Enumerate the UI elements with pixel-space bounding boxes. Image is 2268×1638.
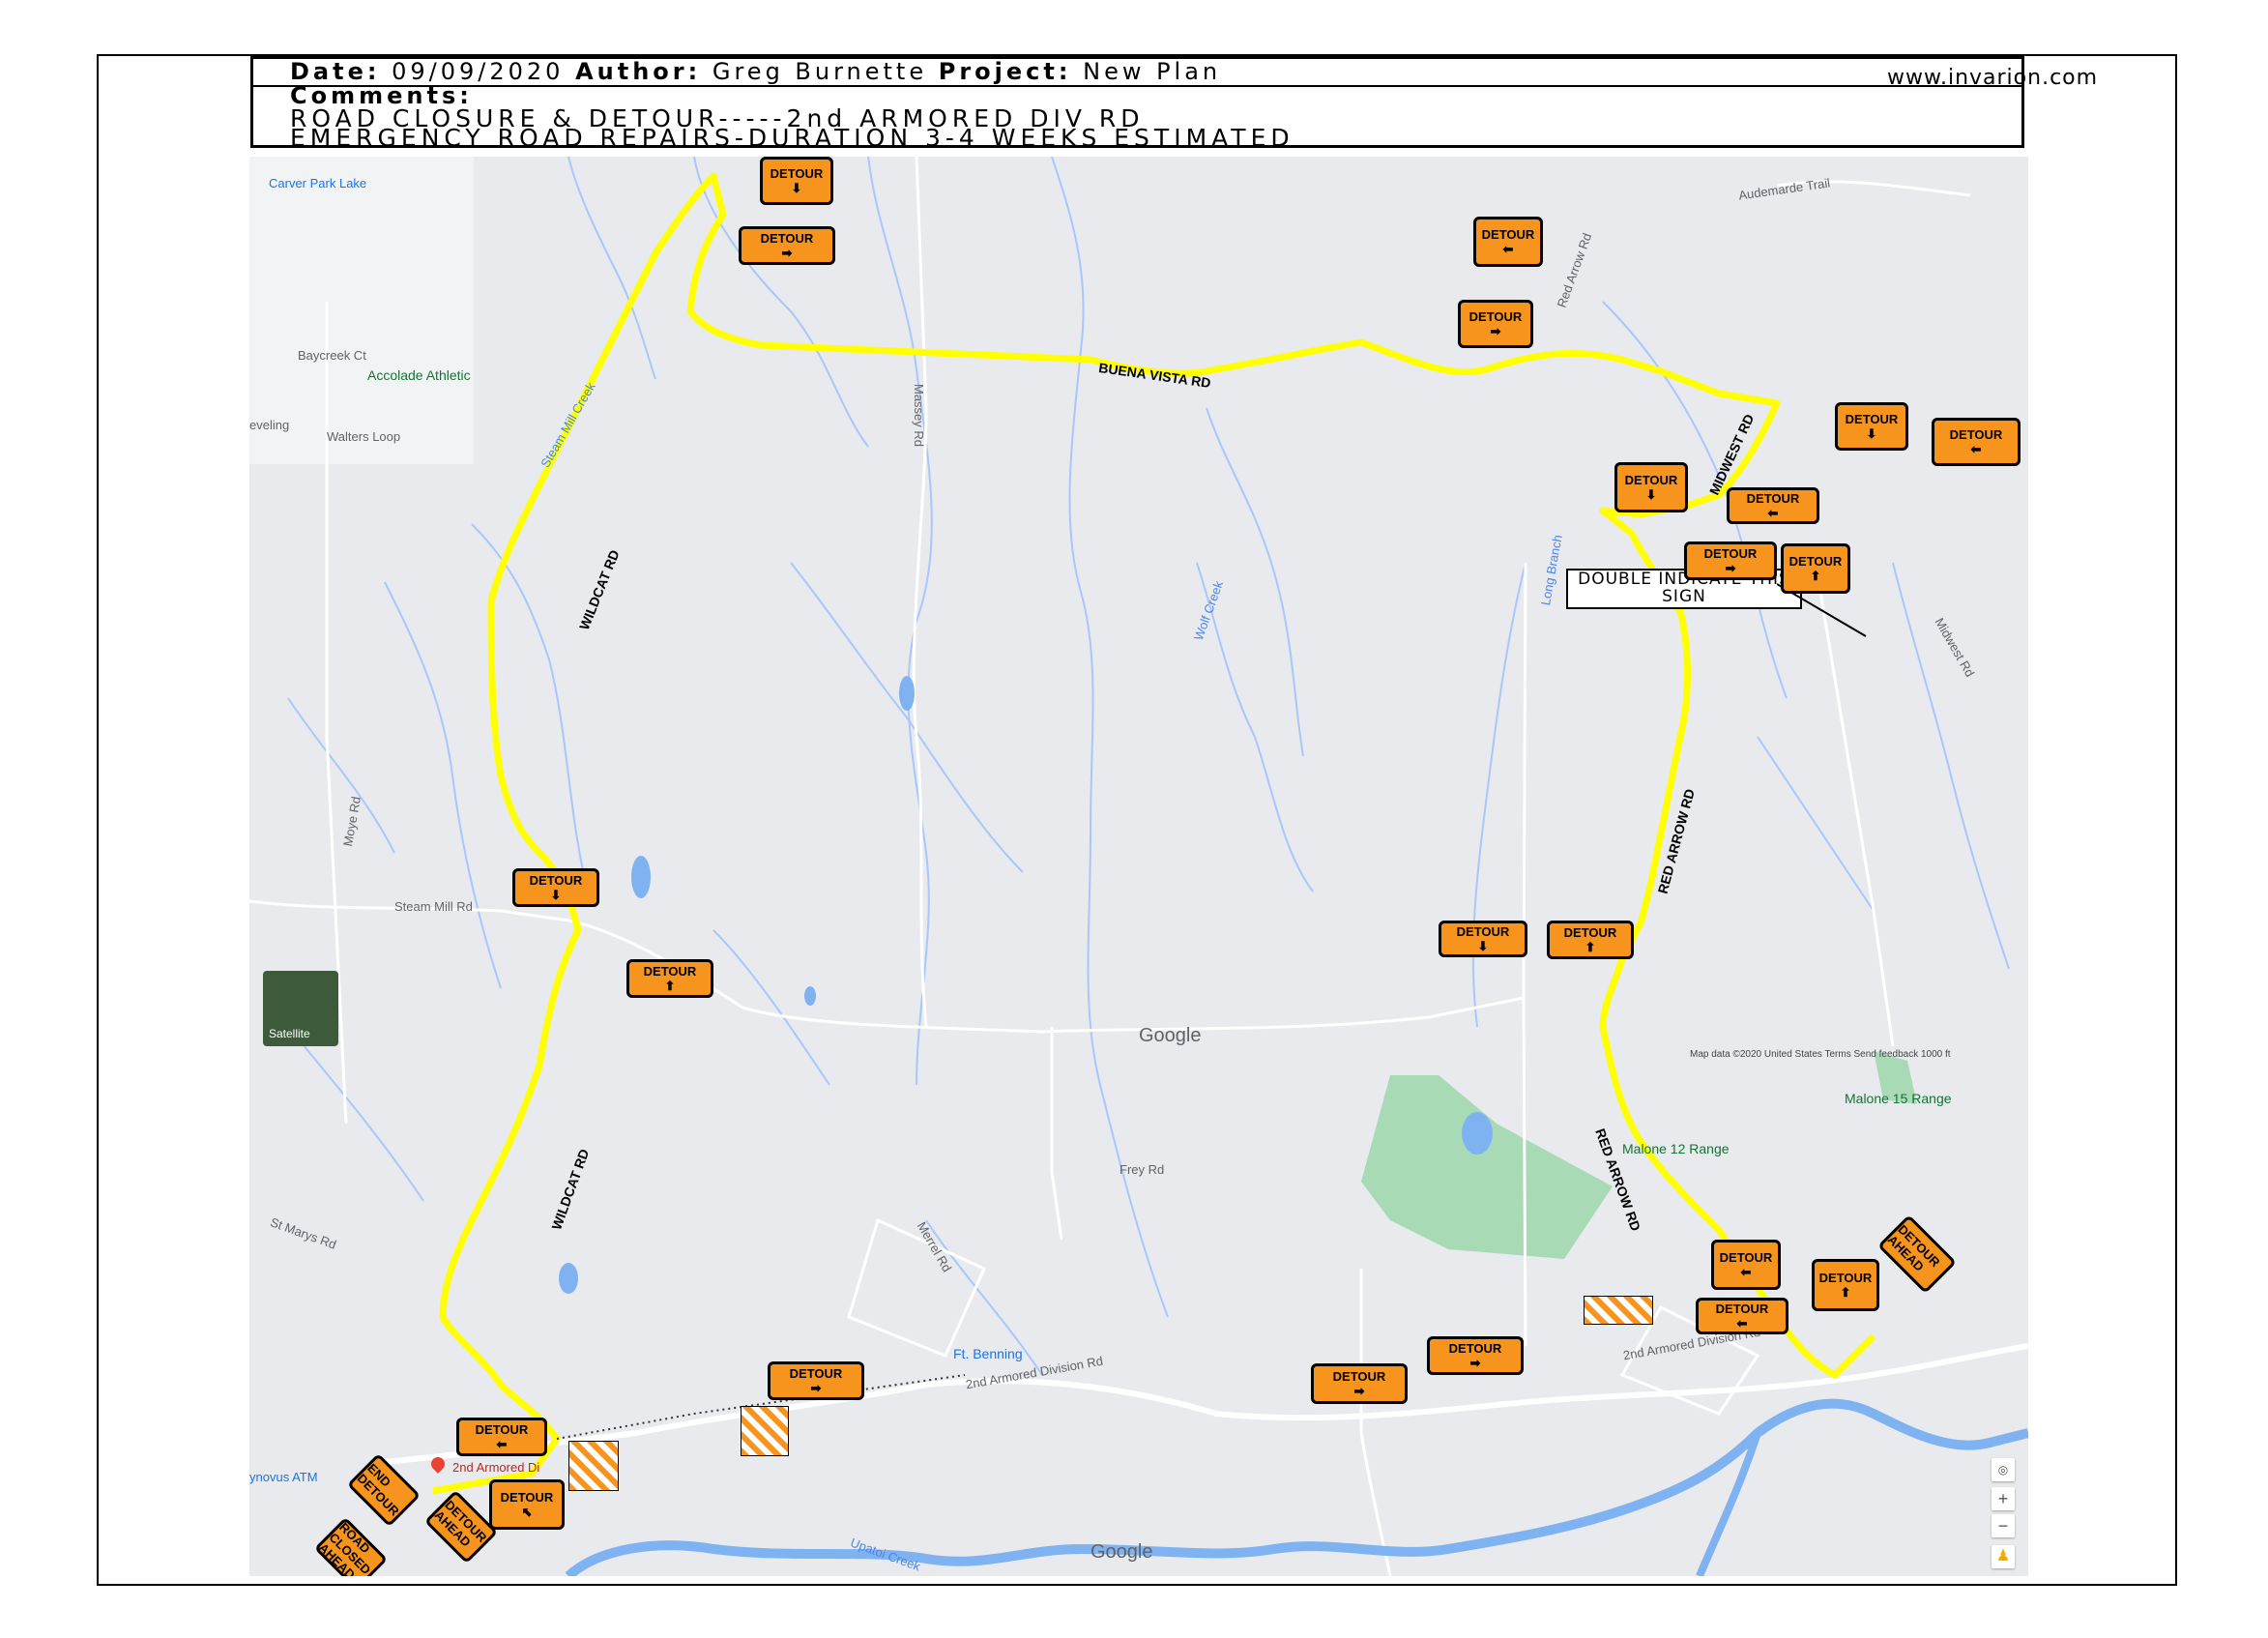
detour-sign-down: DETOUR ⬇ <box>1439 921 1527 957</box>
arrow-left-icon: ⬅ <box>1736 1315 1748 1331</box>
road-closed-barricade <box>741 1406 789 1456</box>
pond <box>804 986 816 1006</box>
arrow-right-icon: ➡ <box>1490 323 1501 338</box>
detour-sign-right: DETOUR ➡ <box>768 1361 864 1400</box>
arrow-left-icon: ⬅ <box>1502 241 1514 256</box>
arrow-down-icon: ⬇ <box>550 887 562 902</box>
detour-sign-up: DETOUR ⬆ <box>1812 1259 1879 1311</box>
detour-sign-down: DETOUR ⬇ <box>760 157 833 205</box>
detour-sign-left: DETOUR ⬅ <box>1711 1240 1781 1290</box>
arrow-down-icon: ⬇ <box>1477 938 1489 953</box>
detour-sign-left: DETOUR ⬅ <box>1727 487 1819 524</box>
label-malone-12: Malone 12 Range <box>1622 1141 1730 1156</box>
detour-sign-right: DETOUR ➡ <box>1458 300 1533 348</box>
arrow-down-icon: ⬇ <box>1866 425 1877 441</box>
map-footer-top: Map data ©2020 United States Terms Send … <box>1690 1049 1951 1060</box>
label-frey-rd: Frey Rd <box>1119 1162 1165 1177</box>
road-closed-barricade <box>1584 1296 1653 1325</box>
detour-sign-right: DETOUR ➡ <box>1311 1363 1408 1404</box>
date-label: Date: <box>290 58 381 85</box>
detour-sign-down: DETOUR ⬇ <box>512 868 599 907</box>
google-logo-bottom: Google <box>1090 1541 1153 1563</box>
detour-sign-diagonal: DETOUR ⬉ <box>489 1479 565 1530</box>
detour-sign-left: DETOUR ⬅ <box>456 1418 547 1456</box>
pond <box>1462 1112 1493 1155</box>
pond <box>631 856 651 898</box>
arrow-right-icon: ➡ <box>810 1380 822 1395</box>
satellite-toggle[interactable]: Satellite <box>263 971 338 1046</box>
detour-sign-left: DETOUR ⬅ <box>1696 1298 1788 1334</box>
detour-sign-up: DETOUR ⬆ <box>626 959 713 998</box>
label-ft-benning: Ft. Benning <box>953 1346 1023 1361</box>
detour-sign-right: DETOUR ➡ <box>1427 1336 1524 1375</box>
malone-range-park <box>1361 1075 1613 1259</box>
website-label: www.invarion.com <box>1887 66 2099 90</box>
pegman-icon[interactable]: ♟ <box>1992 1545 2015 1568</box>
label-malone-15: Malone 15 Range <box>1845 1091 1952 1106</box>
label-baycreek-ct: Baycreek Ct <box>298 348 366 363</box>
label-leveling: eveling <box>249 418 290 432</box>
google-logo: Google <box>1139 1025 1202 1046</box>
arrow-left-icon: ⬅ <box>496 1436 508 1451</box>
detour-sign-left: DETOUR ⬅ <box>1932 418 2021 466</box>
detour-sign-left: DETOUR ⬅ <box>1473 217 1543 267</box>
arrow-up-left-icon: ⬉ <box>521 1504 533 1519</box>
road-closed-barricade <box>568 1441 619 1491</box>
label-massey-rd: Massey Rd <box>912 383 927 448</box>
detour-sign-up: DETOUR ⬆ <box>1781 543 1850 594</box>
detour-sign-down: DETOUR ⬇ <box>1835 402 1908 451</box>
author-label: Author: <box>575 58 702 85</box>
comment-line-2: EMERGENCY ROAD REPAIRS-DURATION 3-4 WEEK… <box>290 124 1294 152</box>
arrow-down-icon: ⬇ <box>1645 486 1657 502</box>
pond <box>559 1263 578 1294</box>
arrow-left-icon: ⬅ <box>1740 1264 1752 1279</box>
creek-network <box>287 157 2010 1376</box>
pond <box>899 676 915 711</box>
zoom-in-button[interactable]: + <box>1992 1487 2015 1510</box>
arrow-up-icon: ⬆ <box>664 978 676 993</box>
satellite-label: Satellite <box>269 1027 310 1040</box>
author-value: Greg Burnette <box>712 58 928 85</box>
arrow-right-icon: ➡ <box>1353 1383 1365 1398</box>
project-label: Project: <box>938 58 1072 85</box>
header-divider <box>253 85 2021 87</box>
label-carver-park: Carver Park Lake <box>269 176 367 190</box>
plan-header: Date: 09/09/2020 Author: Greg Burnette P… <box>250 56 2024 152</box>
detour-sign-right: DETOUR ➡ <box>1684 541 1777 580</box>
arrow-left-icon: ⬅ <box>1767 505 1779 520</box>
locate-icon[interactable]: ◎ <box>1992 1458 2015 1481</box>
arrow-up-icon: ⬆ <box>1585 939 1596 954</box>
detour-sign-up: DETOUR ⬆ <box>1547 921 1634 959</box>
map-canvas[interactable]: BUENA VISTA RD WILDCAT RD WILDCAT RD RED… <box>249 157 2028 1576</box>
arrow-right-icon: ➡ <box>1725 560 1736 575</box>
project-value: New Plan <box>1083 58 1222 85</box>
header-meta-line: Date: 09/09/2020 Author: Greg Burnette P… <box>290 60 1221 83</box>
armored-division-road <box>384 1343 2028 1465</box>
date-value: 09/09/2020 <box>392 58 565 85</box>
detour-sign-right: DETOUR ➡ <box>739 226 835 265</box>
arrow-right-icon: ➡ <box>1469 1355 1481 1370</box>
arrow-left-icon: ⬅ <box>1970 441 1982 456</box>
arrow-right-icon: ➡ <box>781 245 793 260</box>
arrow-up-icon: ⬆ <box>1840 1284 1851 1300</box>
label-steam-mill-rd: Steam Mill Rd <box>394 899 473 914</box>
label-accolade: Accolade Athletic <box>367 367 471 383</box>
arrow-down-icon: ⬇ <box>791 180 802 195</box>
zoom-out-button[interactable]: − <box>1992 1514 2015 1537</box>
label-armored-pin: 2nd Armored Di <box>452 1460 540 1475</box>
detour-sign-down: DETOUR ⬇ <box>1614 462 1688 512</box>
arrow-up-icon: ⬆ <box>1810 568 1821 583</box>
label-walters-loop: Walters Loop <box>327 429 401 444</box>
label-synovus: ynovus ATM <box>249 1470 318 1484</box>
